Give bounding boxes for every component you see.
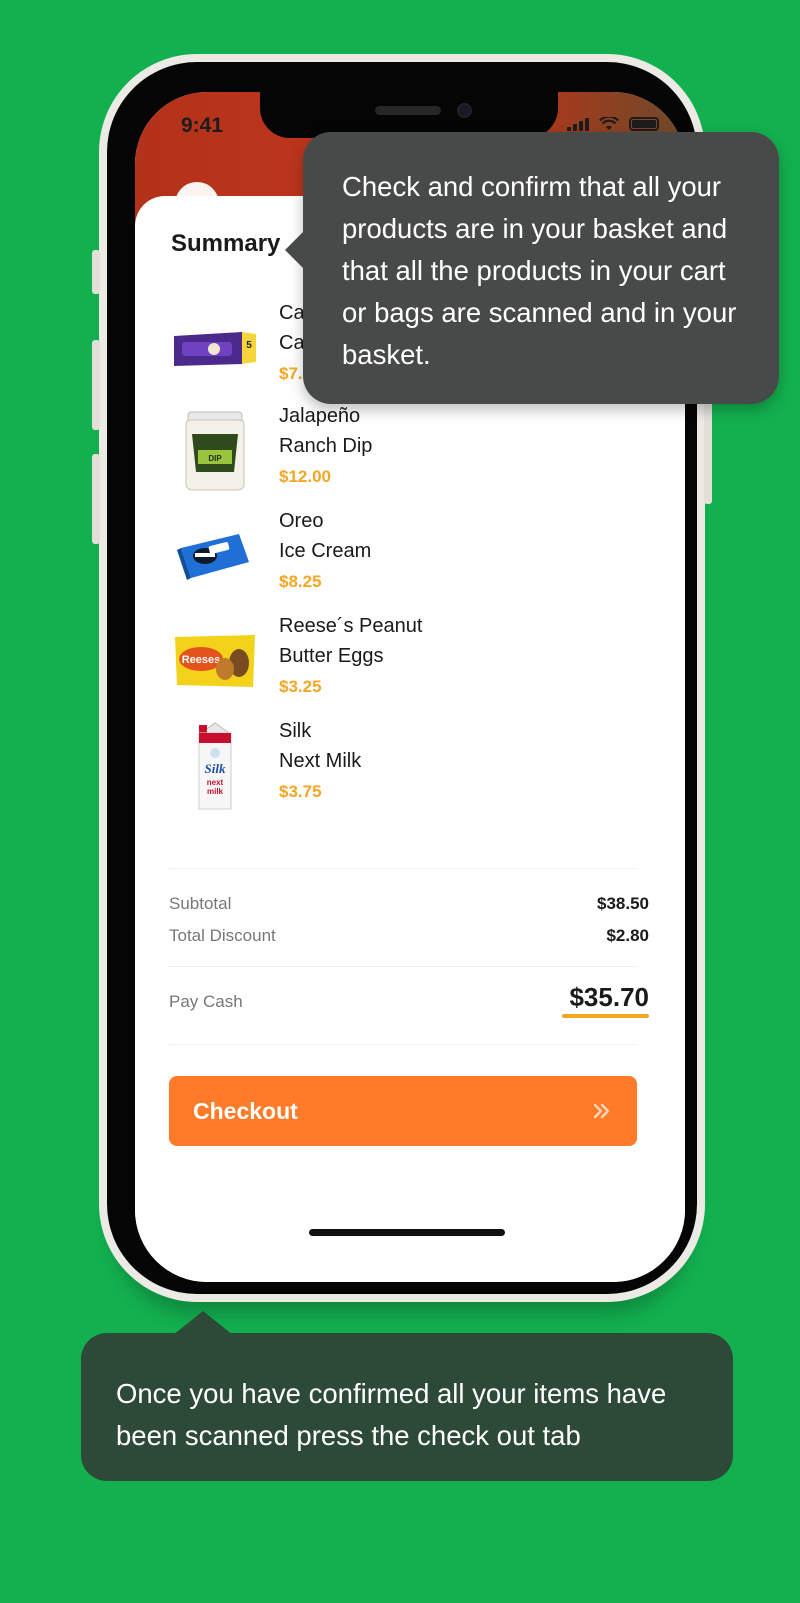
checkout-label: Checkout <box>193 1097 298 1124</box>
candy-bag-icon: Reeses <box>169 619 261 703</box>
item-name: Ca Ca <box>279 302 305 354</box>
item-price: $3.75 <box>279 782 322 801</box>
status-time: 9:41 <box>181 114 224 137</box>
signal-icon <box>567 117 589 131</box>
wifi-icon <box>599 117 619 130</box>
svg-text:DIP: DIP <box>208 454 222 463</box>
tooltip-confirm-text: Check and confirm that all your products… <box>342 171 737 370</box>
summary-title: Summary <box>171 230 281 257</box>
item-name: Jalapeño Ranch Dip <box>279 405 373 457</box>
divider <box>169 1044 637 1045</box>
speaker-grille <box>375 106 441 115</box>
chocolate-box-icon: 5 <box>169 306 261 390</box>
list-item[interactable]: Oreo Ice Cream $8.25 <box>169 506 649 606</box>
home-indicator <box>309 1229 505 1236</box>
discount-value: $2.80 <box>606 926 649 945</box>
ice-cream-box-icon <box>169 514 261 598</box>
svg-text:milk: milk <box>207 787 224 796</box>
tooltip-checkout: Once you have confirmed all your items h… <box>81 1311 733 1481</box>
pay-label: Pay Cash <box>169 992 243 1011</box>
battery-icon <box>629 117 659 131</box>
list-item[interactable]: Silk next milk Silk Next Milk $3.75 <box>169 716 649 816</box>
item-price: $12.00 <box>279 467 331 486</box>
svg-text:5: 5 <box>246 340 252 351</box>
double-chevron-right-icon <box>593 1103 610 1119</box>
list-item[interactable]: Reeses Reese´s Peanut Butter Eggs $3.25 <box>169 611 649 711</box>
item-name: Silk Next Milk <box>279 720 362 772</box>
milk-carton-icon: Silk next milk <box>169 722 261 810</box>
svg-text:Silk: Silk <box>205 761 226 776</box>
volume-up-button <box>92 340 100 430</box>
pay-total-underline <box>562 1014 649 1018</box>
subtotal-value: $38.50 <box>597 894 649 913</box>
subtotal-label: Subtotal <box>169 894 232 913</box>
item-price: $8.25 <box>279 572 322 591</box>
pay-total: $35.70 <box>569 982 649 1012</box>
divider <box>169 868 637 869</box>
tooltip-checkout-text: Once you have confirmed all your items h… <box>116 1378 667 1451</box>
checkout-button[interactable]: Checkout <box>169 1076 637 1146</box>
discount-label: Total Discount <box>169 926 276 945</box>
item-name: Oreo Ice Cream <box>279 510 372 562</box>
list-item[interactable]: DIP Jalapeño Ranch Dip $12.00 <box>169 401 649 501</box>
volume-down-button <box>92 454 100 544</box>
svg-text:Reeses: Reeses <box>182 654 221 666</box>
front-camera <box>457 103 472 118</box>
mute-switch <box>92 250 100 294</box>
dip-jar-icon: DIP <box>169 409 261 493</box>
item-name: Reese´s Peanut Butter Eggs <box>279 615 423 667</box>
divider <box>169 966 637 967</box>
status-icons <box>567 117 659 131</box>
item-price: $3.25 <box>279 677 322 696</box>
svg-text:next: next <box>207 778 224 787</box>
tooltip-confirm-basket: Check and confirm that all your products… <box>285 132 779 404</box>
